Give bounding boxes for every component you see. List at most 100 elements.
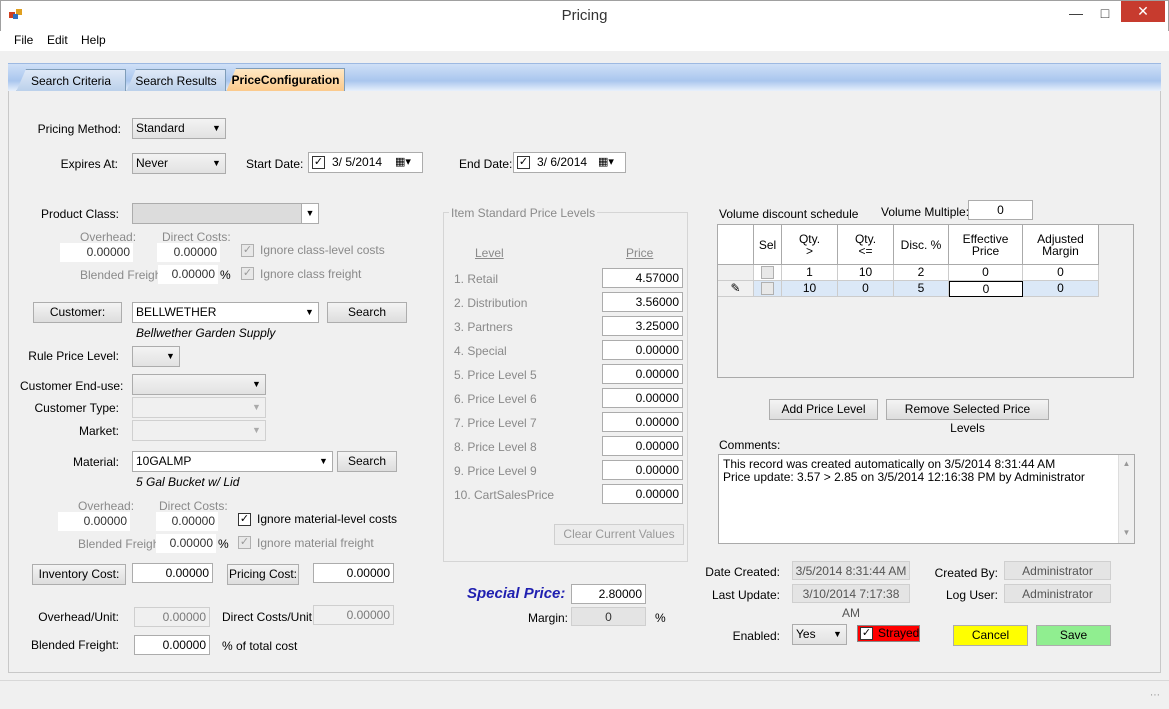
strayed-toggle[interactable]: ✓ Strayed <box>857 625 920 642</box>
chevron-down-icon: ▼ <box>252 379 261 389</box>
row-select-checkbox[interactable] <box>761 282 774 295</box>
customer-enduse-select[interactable]: ▼ <box>132 374 266 395</box>
price-levels-group <box>443 212 688 562</box>
save-button[interactable]: Save <box>1036 625 1111 646</box>
volume-multiple-field[interactable]: 0 <box>968 200 1033 220</box>
menu-file[interactable]: File <box>14 33 33 47</box>
price-level-field[interactable]: 0.00000 <box>602 364 683 384</box>
product-class-select[interactable]: ▼ <box>132 203 319 224</box>
inventory-cost-field[interactable]: 0.00000 <box>132 563 213 583</box>
grid-cell-qty-gt[interactable]: 1 <box>782 265 838 281</box>
tab-price-configuration[interactable]: PriceConfiguration <box>226 68 345 92</box>
customer-search-button[interactable]: Search <box>327 302 407 323</box>
clear-values-button[interactable]: Clear Current Values <box>554 524 684 545</box>
strayed-checkbox[interactable]: ✓ <box>860 627 873 640</box>
customer-button[interactable]: Customer: <box>33 302 122 323</box>
ignore-material-freight-checkbox[interactable]: ✓ <box>238 536 251 549</box>
end-date-picker[interactable]: ✓ 3/ 6/2014 ▦▾ <box>513 152 626 173</box>
price-level-field[interactable]: 4.57000 <box>602 268 683 288</box>
close-icon[interactable]: ✕ <box>1121 1 1165 22</box>
grid-cell-adjusted-margin[interactable]: 0 <box>1023 265 1099 281</box>
material-search-button[interactable]: Search <box>337 451 397 472</box>
grid-cell-disc[interactable]: 5 <box>894 281 949 297</box>
grid-header-disc[interactable]: Disc. % <box>894 225 949 265</box>
grid-row-header-corner <box>718 225 754 265</box>
blended-freight-suffix: % of total cost <box>222 639 298 653</box>
material-name: 5 Gal Bucket w/ Lid <box>136 475 240 489</box>
cancel-button[interactable]: Cancel <box>953 625 1028 646</box>
end-date-checkbox[interactable]: ✓ <box>517 156 530 169</box>
minimize-icon[interactable]: — <box>1066 3 1086 23</box>
remove-price-levels-button[interactable]: Remove Selected Price Levels <box>886 399 1049 435</box>
calendar-icon[interactable]: ▦▾ <box>598 153 614 172</box>
grid-header-qty-le[interactable]: Qty. <= <box>838 225 894 265</box>
ignore-class-costs-checkbox[interactable]: ✓ <box>241 244 254 257</box>
class-overhead-label: Overhead: <box>80 230 137 244</box>
pricing-cost-field[interactable]: 0.00000 <box>313 563 394 583</box>
end-date-label: End Date: <box>459 157 513 171</box>
menu-edit[interactable]: Edit <box>47 33 68 47</box>
enabled-label: Enabled: <box>732 629 780 643</box>
grid-header-qty-gt[interactable]: Qty. > <box>782 225 838 265</box>
ignore-class-freight-checkbox[interactable]: ✓ <box>241 267 254 280</box>
enabled-select[interactable]: Yes ▼ <box>792 624 847 645</box>
tab-search-criteria[interactable]: Search Criteria <box>16 69 126 92</box>
customer-type-select[interactable]: ▼ <box>132 397 266 418</box>
menu-help[interactable]: Help <box>81 33 106 47</box>
grid-cell-effective-price[interactable]: 0 <box>949 265 1023 281</box>
add-price-level-button[interactable]: Add Price Level <box>769 399 878 420</box>
market-select[interactable]: ▼ <box>132 420 266 441</box>
start-date-checkbox[interactable]: ✓ <box>312 156 325 169</box>
rule-price-level-select[interactable]: ▼ <box>132 346 180 367</box>
scroll-down-icon[interactable]: ▼ <box>1119 526 1134 539</box>
grid-header-adjusted-margin[interactable]: Adjusted Margin <box>1023 225 1099 265</box>
menu-bar <box>0 31 1169 51</box>
scroll-up-icon[interactable]: ▲ <box>1119 457 1134 470</box>
start-date-picker[interactable]: ✓ 3/ 5/2014 ▦▾ <box>308 152 423 173</box>
resize-grip-icon[interactable]: ⋯ <box>1150 690 1160 701</box>
price-level-label: 3. Partners <box>454 320 513 334</box>
margin-label: Margin: <box>528 611 569 625</box>
pricing-cost-button[interactable]: Pricing Cost: <box>227 564 299 585</box>
log-user-value: Administrator <box>1004 584 1111 603</box>
overhead-unit-field: 0.00000 <box>134 607 210 627</box>
grid-row-header[interactable]: ✎ <box>718 281 754 297</box>
comment-line: Price update: 3.57 > 2.85 on 3/5/2014 12… <box>723 470 1085 484</box>
special-price-field[interactable]: 2.80000 <box>571 584 646 604</box>
price-level-field[interactable]: 3.56000 <box>602 292 683 312</box>
grid-sel-cell[interactable] <box>754 265 782 281</box>
material-select[interactable]: 10GALMP ▼ <box>132 451 333 472</box>
blended-freight-field[interactable]: 0.00000 <box>134 635 210 655</box>
price-level-field[interactable]: 0.00000 <box>602 436 683 456</box>
overhead-unit-label: Overhead/Unit: <box>38 610 119 624</box>
tab-search-results[interactable]: Search Results <box>126 69 226 92</box>
price-level-field[interactable]: 0.00000 <box>602 388 683 408</box>
scrollbar[interactable]: ▲ ▼ <box>1118 455 1134 543</box>
price-level-field[interactable]: 0.00000 <box>602 412 683 432</box>
grid-cell-adjusted-margin[interactable]: 0 <box>1023 281 1099 297</box>
row-select-checkbox[interactable] <box>761 266 774 279</box>
log-user-label: Log User: <box>945 588 998 602</box>
expires-select[interactable]: Never ▼ <box>132 153 226 174</box>
grid-cell-disc[interactable]: 2 <box>894 265 949 281</box>
price-level-field[interactable]: 3.25000 <box>602 316 683 336</box>
comments-textarea[interactable]: This record was created automatically on… <box>718 454 1135 544</box>
grid-row-header[interactable] <box>718 265 754 281</box>
grid-sel-cell[interactable] <box>754 281 782 297</box>
pricing-method-select[interactable]: Standard ▼ <box>132 118 226 139</box>
ignore-material-costs-checkbox[interactable]: ✓ <box>238 513 251 526</box>
class-overhead-value: 0.00000 <box>60 243 133 262</box>
grid-cell-effective-price[interactable]: 0 <box>949 281 1023 297</box>
grid-cell-qty-le[interactable]: 0 <box>838 281 894 297</box>
grid-cell-qty-le[interactable]: 10 <box>838 265 894 281</box>
price-level-field[interactable]: 0.00000 <box>602 460 683 480</box>
maximize-icon[interactable]: □ <box>1095 3 1115 23</box>
grid-header-sel[interactable]: Sel <box>754 225 782 265</box>
inventory-cost-button[interactable]: Inventory Cost: <box>32 564 126 585</box>
price-level-field[interactable]: 0.00000 <box>602 340 683 360</box>
customer-select[interactable]: BELLWETHER ▼ <box>132 302 319 323</box>
calendar-icon[interactable]: ▦▾ <box>395 153 411 172</box>
grid-header-effective-price[interactable]: Effective Price <box>949 225 1023 265</box>
price-level-field[interactable]: 0.00000 <box>602 484 683 504</box>
grid-cell-qty-gt[interactable]: 10 <box>782 281 838 297</box>
